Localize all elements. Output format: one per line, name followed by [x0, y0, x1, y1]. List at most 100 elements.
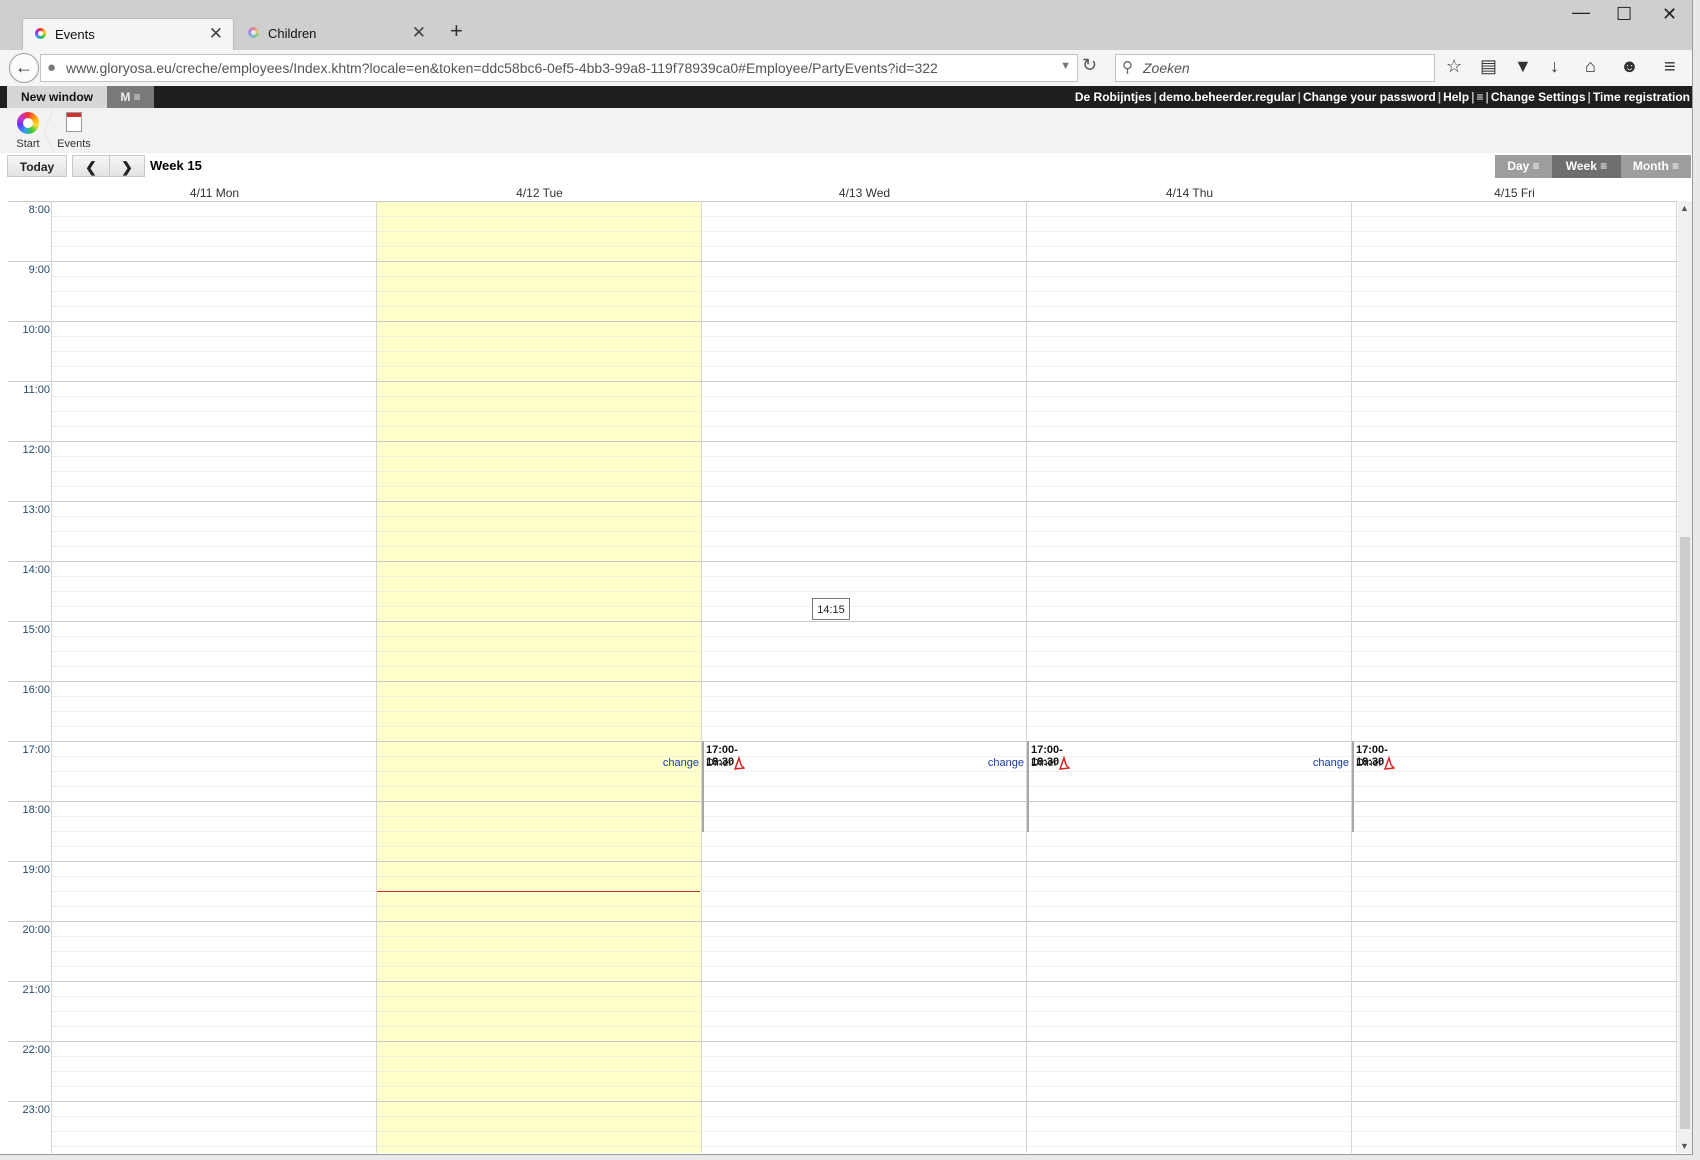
- help-link[interactable]: Help: [1443, 90, 1469, 104]
- tab-events[interactable]: Events ✕: [22, 18, 234, 51]
- quarter-line: [52, 246, 1678, 248]
- quarter-line: [52, 1116, 1678, 1118]
- quarter-line: [52, 216, 1678, 218]
- quarter-line: [52, 816, 1678, 818]
- hour-label: 16:00: [22, 684, 50, 696]
- event-fri-diner[interactable]: 17:00-18:30 Diner change: [1313, 741, 1395, 832]
- quarter-line: [52, 426, 1678, 428]
- scrollbar-thumb[interactable]: [1680, 537, 1690, 1129]
- url-dropdown-icon[interactable]: ▼: [1060, 60, 1071, 72]
- quarter-line: [52, 231, 1678, 233]
- quarter-line: [52, 996, 1678, 998]
- quarter-line: [52, 336, 1678, 338]
- url-text: www.gloryosa.eu/creche/employees/Index.k…: [66, 60, 938, 76]
- change-link[interactable]: change: [1313, 757, 1349, 769]
- new-window-button[interactable]: New window: [7, 86, 107, 108]
- hour-line: [8, 801, 1678, 802]
- hour-label: 8:00: [28, 204, 50, 216]
- event-thu-diner[interactable]: 17:00-18:30 Diner change: [988, 741, 1070, 832]
- reload-icon[interactable]: ↻: [1082, 55, 1097, 76]
- close-window-button[interactable]: ✕: [1662, 4, 1677, 25]
- home-icon[interactable]: ⌂: [1585, 56, 1596, 77]
- prev-week-button[interactable]: ❮: [72, 155, 110, 177]
- pdf-icon[interactable]: [1058, 756, 1070, 770]
- quarter-line: [52, 951, 1678, 953]
- quarter-line: [52, 396, 1678, 398]
- quarter-line: [52, 726, 1678, 728]
- browser-window: Events ✕ Children ✕ + — ☐ ✕ ← ● www.glor…: [0, 0, 1693, 1155]
- close-tab-icon[interactable]: ✕: [412, 23, 426, 43]
- event-title: Diner: [1356, 757, 1383, 769]
- column-divider: [376, 201, 377, 1153]
- close-tab-icon[interactable]: ✕: [209, 24, 223, 44]
- quarter-line: [52, 1131, 1678, 1133]
- hour-line: [8, 321, 1678, 322]
- smiley-icon[interactable]: ☻: [1620, 56, 1639, 77]
- hour-label: 11:00: [23, 384, 50, 396]
- hour-label: 12:00: [22, 444, 50, 456]
- quarter-line: [52, 666, 1678, 668]
- tab-label: Children: [268, 26, 317, 41]
- back-button[interactable]: ←: [9, 53, 39, 83]
- separator: |: [1437, 90, 1442, 104]
- user-link[interactable]: demo.beheerder.regular: [1159, 90, 1296, 104]
- quarter-line: [52, 771, 1678, 773]
- quarter-line: [52, 966, 1678, 968]
- hour-line: [8, 561, 1678, 562]
- quarter-line: [52, 936, 1678, 938]
- time-registration-link[interactable]: Time registration: [1593, 90, 1690, 104]
- day-header-tue: 4/12 Tue: [516, 186, 563, 200]
- pdf-icon[interactable]: [733, 756, 745, 770]
- week-grid[interactable]: 8:00 9:00 10:00 11:00 12:00 13:00 14:00 15:00 16…: [8, 201, 1678, 1153]
- calendar-icon: [66, 112, 82, 132]
- change-settings-link[interactable]: Change Settings: [1491, 90, 1586, 104]
- pdf-icon[interactable]: [1383, 756, 1395, 770]
- scroll-up-icon[interactable]: ▲: [1680, 203, 1689, 213]
- hour-line: [8, 741, 1678, 742]
- today-button[interactable]: Today: [7, 155, 67, 177]
- column-divider: [51, 201, 52, 1153]
- m-menu-button[interactable]: M ≡: [107, 86, 154, 108]
- next-week-button[interactable]: ❯: [109, 155, 145, 177]
- search-input[interactable]: ⚲ Zoeken: [1115, 54, 1435, 82]
- hamburger-menu-icon[interactable]: ≡: [1664, 56, 1676, 79]
- user-links: De Robijntjes | demo.beheerder.regular | Cha…: [1075, 86, 1690, 108]
- maximize-button[interactable]: ☐: [1616, 4, 1632, 25]
- reading-list-icon[interactable]: ▤: [1480, 56, 1497, 77]
- gloryosa-favicon-icon: [35, 28, 46, 39]
- quarter-line: [52, 846, 1678, 848]
- change-password-link[interactable]: Change your password: [1303, 90, 1436, 104]
- hour-label: 9:00: [28, 264, 50, 276]
- org-link[interactable]: De Robijntjes: [1075, 90, 1152, 104]
- separator: |: [1153, 90, 1157, 104]
- download-icon[interactable]: ↓: [1550, 56, 1559, 77]
- new-tab-button[interactable]: +: [450, 18, 463, 44]
- bookmark-star-icon[interactable]: ☆: [1446, 56, 1462, 77]
- breadcrumb-start[interactable]: Start: [14, 112, 42, 150]
- quarter-line: [52, 1056, 1678, 1058]
- minimize-button[interactable]: —: [1572, 2, 1590, 23]
- vertical-scrollbar[interactable]: ▲ ▼: [1678, 201, 1692, 1153]
- breadcrumb-events[interactable]: Events: [56, 112, 92, 150]
- gloryosa-logo-icon: [17, 112, 39, 134]
- month-view-button[interactable]: Month ≡: [1621, 155, 1691, 178]
- quarter-line: [52, 306, 1678, 308]
- event-wed-diner[interactable]: 17:00-18:30 Diner change: [663, 741, 745, 832]
- day-view-button[interactable]: Day ≡: [1495, 155, 1552, 178]
- hour-line: [8, 981, 1678, 982]
- column-divider: [1676, 201, 1677, 1153]
- breadcrumb-events-label: Events: [57, 138, 91, 150]
- pocket-icon[interactable]: ▼: [1514, 56, 1532, 77]
- week-view-button[interactable]: Week ≡: [1552, 155, 1621, 178]
- quarter-line: [52, 606, 1678, 608]
- quarter-line: [52, 411, 1678, 413]
- scroll-down-icon[interactable]: ▼: [1680, 1141, 1689, 1151]
- calendar-toolbar: Today ❮ ❯ Week 15 Day ≡ Week ≡ Month ≡: [0, 153, 1692, 179]
- tab-children[interactable]: Children ✕: [236, 18, 436, 50]
- change-link[interactable]: change: [663, 757, 699, 769]
- address-bar[interactable]: ● www.gloryosa.eu/creche/employees/Index…: [40, 54, 1078, 82]
- gloryosa-favicon-icon: [248, 27, 259, 38]
- day-header-thu: 4/14 Thu: [1165, 186, 1214, 200]
- change-link[interactable]: change: [988, 757, 1024, 769]
- hour-line: [8, 621, 1678, 622]
